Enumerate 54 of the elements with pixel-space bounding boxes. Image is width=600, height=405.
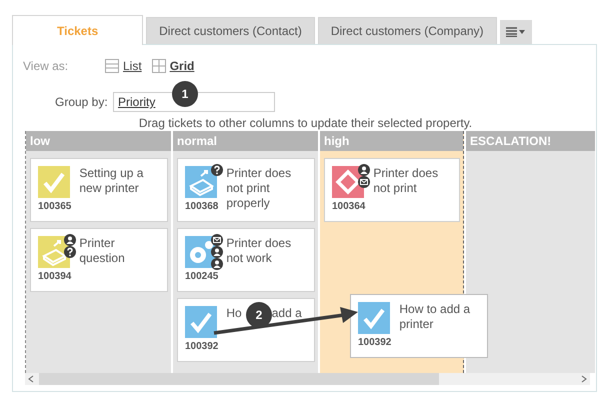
ticket-title: Printer does not print: [373, 166, 440, 197]
ticket-title: add a: [272, 306, 302, 321]
person-badge-icon: [211, 246, 223, 258]
mail-badge-icon: [358, 176, 370, 188]
ticket-id: 100392: [358, 337, 392, 348]
ticket-id: 100394: [38, 271, 72, 282]
column-header: low: [26, 131, 171, 151]
column-header: ESCALATION!: [466, 131, 595, 151]
ticket-title: Printer question: [79, 236, 126, 267]
column-header: high: [320, 131, 463, 151]
group-by-label: Group by:: [55, 95, 109, 109]
ticket-title: Printer does not print properly: [226, 166, 292, 212]
tab[interactable]: Direct customers (Contact): [146, 17, 315, 44]
ticket-card[interactable]: 100364 Printer does not print: [324, 158, 460, 222]
person-badge-icon: [64, 234, 76, 246]
question-badge-icon: [64, 246, 76, 258]
check-ticket-icon: [358, 302, 390, 334]
diamond-ticket-icon: [332, 166, 364, 198]
tab[interactable]: Direct customers (Company): [318, 17, 497, 44]
grid-icon: [152, 59, 166, 73]
ticket-card[interactable]: 100392 How to add a printer: [350, 294, 488, 358]
menu-icon: [506, 27, 526, 37]
ticket-title: Printer does not work: [226, 236, 292, 267]
ticket-id: 100364: [332, 201, 366, 212]
ticket-card[interactable]: 100394 Printer question: [30, 228, 168, 292]
ticket-card[interactable]: 100368 Printer does not print properly: [177, 158, 315, 222]
scroll-left-icon[interactable]: [27, 375, 35, 383]
list-icon: [105, 59, 119, 73]
ticket-title: How to add a printer: [399, 302, 472, 333]
check-ticket-icon: [185, 306, 217, 338]
ticket-id: 100245: [185, 271, 218, 282]
person-badge-icon: [358, 164, 370, 176]
horizontal-scrollbar[interactable]: [25, 373, 590, 385]
person-badge-icon: [211, 258, 223, 270]
menu-tab[interactable]: [500, 20, 532, 44]
ticket-title: Ho: [226, 306, 242, 321]
printer-ticket-icon: [38, 236, 70, 268]
ticket-id: 100365: [38, 201, 72, 212]
callout-badge: 1: [172, 81, 198, 107]
mail-badge-icon: [211, 234, 223, 246]
ticket-card[interactable]: 100365 Setting up a new printer: [30, 158, 168, 222]
column-header: normal: [173, 131, 318, 151]
drag-hint: Drag tickets to other columns to update their selected property.: [138, 116, 474, 130]
ticket-title: Setting up a new printer: [79, 166, 144, 197]
ticket-card[interactable]: 100245 Printer does not work: [177, 228, 315, 292]
scroll-right-icon[interactable]: [580, 375, 588, 383]
question-badge-icon: [211, 164, 223, 176]
view-as-label: View as:: [23, 59, 70, 73]
view-option-link[interactable]: List: [105, 59, 142, 73]
ticket-id: 100368: [185, 201, 218, 212]
view-option-link[interactable]: Grid: [152, 59, 194, 73]
printer-ticket-icon: [185, 166, 217, 198]
ticket-id: 100392: [185, 341, 218, 352]
check-ticket-icon: [38, 166, 70, 198]
